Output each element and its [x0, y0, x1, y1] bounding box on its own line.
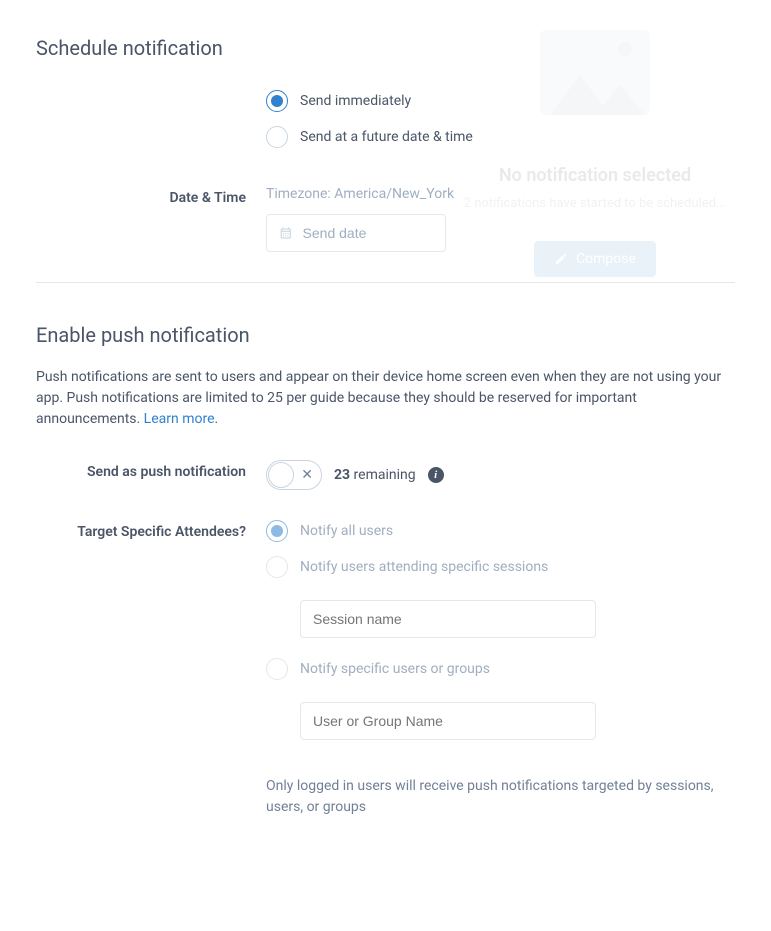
radio-icon [266, 90, 288, 112]
push-description: Push notifications are sent to users and… [36, 367, 735, 430]
radio-notify-users[interactable]: Notify specific users or groups [266, 658, 735, 680]
radio-icon [266, 556, 288, 578]
radio-icon [266, 658, 288, 680]
timezone-text: Timezone: America/New_York [266, 186, 735, 202]
send-as-push-label: Send as push notification [36, 460, 266, 480]
target-attendees-label: Target Specific Attendees? [36, 520, 266, 540]
send-date-input-wrapper[interactable] [266, 214, 446, 252]
calendar-icon [279, 225, 293, 241]
radio-label: Notify all users [300, 523, 393, 539]
radio-label: Notify specific users or groups [300, 661, 490, 677]
radio-notify-sessions[interactable]: Notify users attending specific sessions [266, 556, 735, 578]
user-group-input[interactable] [300, 702, 596, 740]
radio-label: Send immediately [300, 93, 411, 109]
radio-icon [266, 126, 288, 148]
radio-label: Notify users attending specific sessions [300, 559, 548, 575]
radio-notify-all[interactable]: Notify all users [266, 520, 735, 542]
session-name-input[interactable] [300, 600, 596, 638]
section-divider [36, 282, 735, 283]
close-icon: ✕ [301, 468, 313, 482]
radio-send-future[interactable]: Send at a future date & time [266, 126, 735, 148]
info-icon[interactable]: i [428, 467, 444, 483]
schedule-section-title: Schedule notification [36, 36, 735, 60]
remaining-count: 23 remaining [334, 467, 416, 483]
radio-icon [266, 520, 288, 542]
push-note-text: Only logged in users will receive push n… [266, 776, 735, 818]
toggle-knob [268, 462, 294, 488]
radio-send-immediately[interactable]: Send immediately [266, 90, 735, 112]
push-toggle[interactable]: ✕ [266, 460, 322, 490]
datetime-label: Date & Time [36, 186, 266, 206]
learn-more-link[interactable]: Learn more [144, 411, 215, 427]
push-section-title: Enable push notification [36, 323, 735, 347]
radio-label: Send at a future date & time [300, 129, 473, 145]
send-date-input[interactable] [303, 225, 433, 241]
